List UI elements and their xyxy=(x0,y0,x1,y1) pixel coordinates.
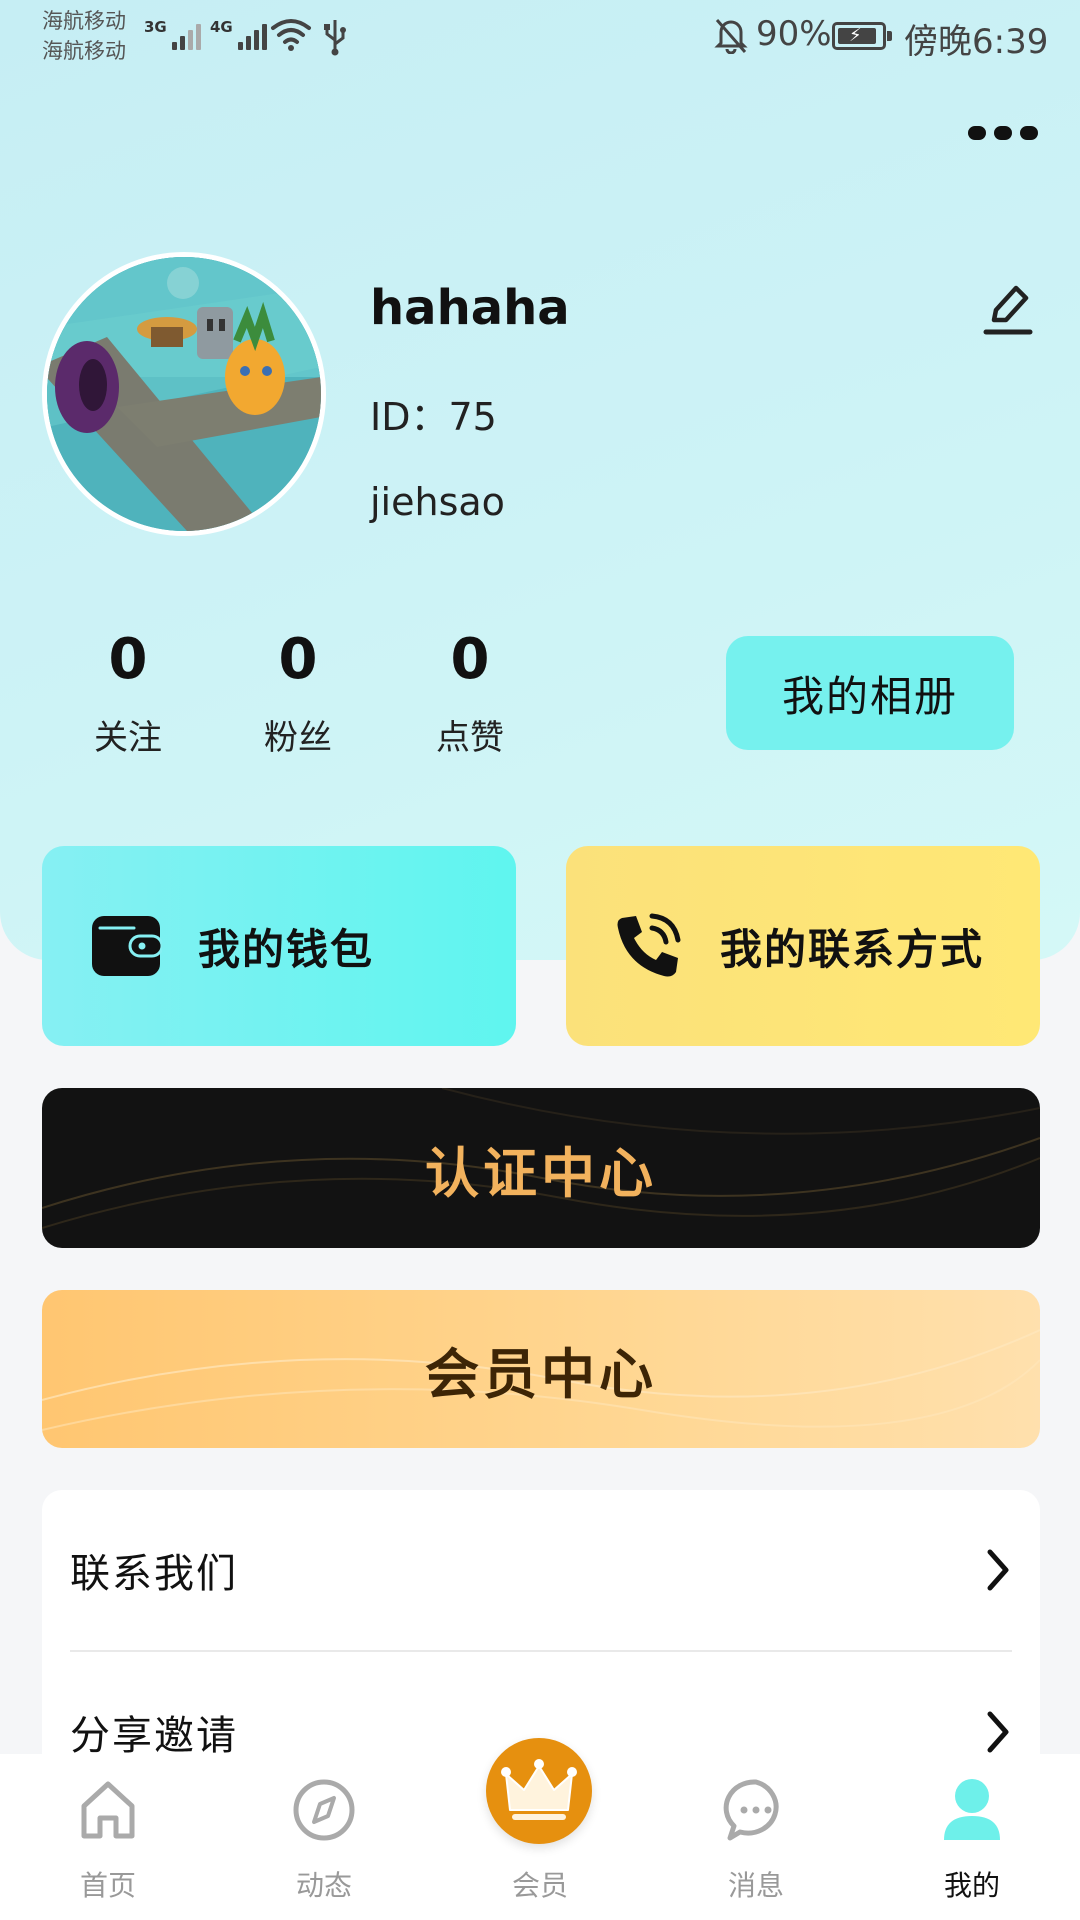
vip-center-label: 会员中心 xyxy=(425,1342,657,1406)
my-wallet-card[interactable]: 我的钱包 xyxy=(42,846,516,1046)
compass-icon xyxy=(293,1779,355,1841)
menu-item-label: 分享邀请 xyxy=(70,1713,238,1759)
battery-percent: 90% xyxy=(756,14,832,54)
vip-center-banner[interactable]: 会员中心 xyxy=(42,1290,1040,1448)
my-contact-card[interactable]: 我的联系方式 xyxy=(566,846,1040,1046)
stat-likes-label: 点赞 xyxy=(436,718,504,758)
tab-label: 动态 xyxy=(295,1869,352,1902)
stat-following-label: 关注 xyxy=(94,718,162,758)
user-id: ID：75 xyxy=(370,395,497,439)
tab-messages[interactable]: 消息 xyxy=(686,1754,826,1920)
user-signature: jiehsao xyxy=(370,480,505,524)
tab-mine[interactable]: 我的 xyxy=(902,1754,1042,1920)
avatar[interactable] xyxy=(42,252,326,536)
carrier-2: 海航移动 xyxy=(42,39,126,63)
stat-likes-value: 0 xyxy=(450,627,490,692)
clock: 傍晚6:39 xyxy=(904,22,1049,62)
wallet-icon xyxy=(92,916,162,976)
stat-following-value: 0 xyxy=(108,627,148,692)
tab-label: 会员 xyxy=(511,1869,568,1902)
wifi-icon xyxy=(271,19,311,51)
more-dot-icon xyxy=(968,126,986,140)
more-dot-icon xyxy=(1020,126,1038,140)
stat-followers[interactable]: 0 粉丝 xyxy=(238,628,358,759)
stat-followers-label: 粉丝 xyxy=(264,718,332,758)
certification-center-label: 认证中心 xyxy=(425,1141,657,1205)
username: hahaha xyxy=(370,280,570,336)
chat-icon xyxy=(723,1779,779,1841)
more-options-button[interactable] xyxy=(968,118,1044,148)
tab-label: 首页 xyxy=(79,1869,136,1902)
phone-call-icon xyxy=(617,913,681,977)
carrier-1: 海航移动 xyxy=(42,9,126,33)
my-album-button[interactable]: 我的相册 xyxy=(726,636,1014,750)
sim1-signal-icon: 3G xyxy=(144,18,201,50)
status-bar: 海航移动 海航移动 3G 4G 90% ⚡ 傍晚6:39 xyxy=(0,0,1080,76)
menu-item-label: 联系我们 xyxy=(70,1551,238,1597)
tab-label: 消息 xyxy=(727,1869,784,1902)
mute-bell-icon xyxy=(714,19,748,54)
battery-icon: ⚡ xyxy=(832,22,892,50)
menu-item-contact-us[interactable]: 联系我们 xyxy=(70,1490,1012,1650)
avatar-image xyxy=(47,257,321,531)
user-icon xyxy=(944,1779,1000,1840)
more-dot-icon xyxy=(994,126,1012,140)
chevron-right-icon xyxy=(987,1549,1009,1591)
crown-icon xyxy=(501,1759,577,1820)
tab-moments[interactable]: 动态 xyxy=(254,1754,394,1920)
carrier-names: 海航移动 海航移动 xyxy=(42,6,126,66)
certification-center-banner[interactable]: 认证中心 xyxy=(42,1088,1040,1248)
home-icon xyxy=(81,1781,135,1839)
stat-likes[interactable]: 0 点赞 xyxy=(410,628,530,759)
stat-followers-value: 0 xyxy=(278,627,318,692)
chevron-right-icon xyxy=(987,1711,1009,1753)
my-wallet-label: 我的钱包 xyxy=(198,924,375,974)
vip-center-tab-button[interactable] xyxy=(486,1738,592,1844)
usb-icon xyxy=(324,20,346,56)
tab-label: 我的 xyxy=(943,1869,1000,1902)
stat-following[interactable]: 0 关注 xyxy=(68,628,188,759)
sim2-signal-icon: 4G xyxy=(210,18,267,50)
tab-home[interactable]: 首页 xyxy=(38,1754,178,1920)
my-contact-label: 我的联系方式 xyxy=(720,924,985,974)
edit-profile-icon[interactable] xyxy=(980,280,1036,340)
